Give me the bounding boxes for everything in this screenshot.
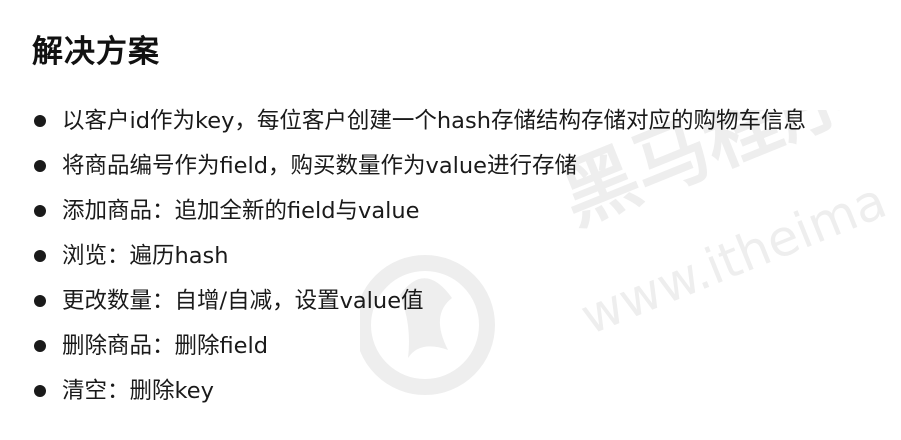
- list-item-text: 将商品编号作为field，购买数量作为value进行存储: [62, 152, 578, 179]
- bullet-dot-icon: [34, 340, 46, 352]
- bullet-list: 以客户id作为key，每位客户创建一个hash存储结构存储对应的购物车信息 将商…: [34, 98, 806, 413]
- list-item-text: 以客户id作为key，每位客户创建一个hash存储结构存储对应的购物车信息: [62, 107, 806, 134]
- bullet-dot-icon: [34, 295, 46, 307]
- list-item-text: 删除商品：删除field: [62, 332, 269, 359]
- bullet-dot-icon: [34, 205, 46, 217]
- bullet-dot-icon: [34, 385, 46, 397]
- list-item: 更改数量：自增/自减，设置value值: [34, 278, 806, 323]
- list-item: 删除商品：删除field: [34, 323, 806, 368]
- list-item-text: 清空：删除key: [62, 377, 214, 404]
- list-item: 将商品编号作为field，购买数量作为value进行存储: [34, 143, 806, 188]
- list-item: 清空：删除key: [34, 368, 806, 413]
- bullet-dot-icon: [34, 160, 46, 172]
- bullet-dot-icon: [34, 250, 46, 262]
- list-item: 浏览：遍历hash: [34, 233, 806, 278]
- list-item-text: 浏览：遍历hash: [62, 242, 229, 269]
- list-item: 添加商品：追加全新的field与value: [34, 188, 806, 233]
- list-item: 以客户id作为key，每位客户创建一个hash存储结构存储对应的购物车信息: [34, 98, 806, 143]
- list-item-text: 添加商品：追加全新的field与value: [62, 197, 420, 224]
- page-title: 解决方案: [32, 34, 160, 70]
- bullet-dot-icon: [34, 115, 46, 127]
- list-item-text: 更改数量：自增/自减，设置value值: [62, 287, 424, 314]
